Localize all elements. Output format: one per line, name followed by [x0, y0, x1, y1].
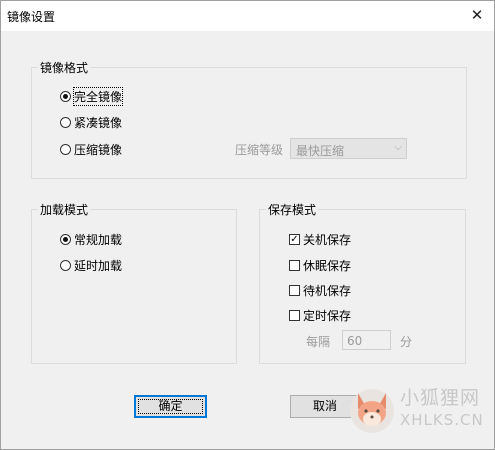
compression-level-select[interactable]: 最快压缩 ⌵ — [290, 138, 407, 159]
watermark-text-cn: 小狐狸网 — [400, 387, 481, 409]
fox-logo-icon — [350, 389, 394, 433]
radio-normal-load[interactable]: 常规加载 — [60, 231, 122, 248]
checkbox-label: 定时保存 — [303, 309, 352, 323]
checkbox-timed-save[interactable]: 定时保存 — [289, 307, 351, 324]
radio-label: 常规加载 — [74, 233, 123, 247]
ok-button[interactable]: 确定 — [134, 395, 207, 418]
radio-indicator — [60, 234, 71, 245]
title-bar: 镜像设置 ✕ — [1, 1, 494, 31]
checkbox-indicator — [289, 310, 300, 321]
checkbox-label: 休眠保存 — [303, 259, 352, 273]
watermark-text-en: XHLKS.CN — [400, 411, 484, 429]
checkbox-label: 关机保存 — [303, 233, 352, 247]
close-icon[interactable]: ✕ — [460, 1, 494, 31]
cancel-button-label: 取消 — [312, 399, 337, 413]
load-mode-legend: 加载模式 — [38, 201, 91, 218]
radio-label: 压缩镜像 — [74, 143, 123, 157]
radio-label: 紧凑镜像 — [74, 116, 123, 130]
radio-indicator — [60, 260, 71, 271]
window-title: 镜像设置 — [7, 10, 56, 24]
radio-indicator — [60, 144, 71, 155]
compression-level-label: 压缩等级 — [235, 143, 284, 157]
interval-unit-label: 分 — [400, 335, 413, 349]
watermark-logo: 小狐狸网 XHLKS.CN — [348, 379, 488, 439]
checkbox-indicator — [289, 260, 300, 271]
dialog-window: 镜像设置 ✕ 镜像格式 完全镜像 紧凑镜像 压缩镜像 压缩等级 最快压缩 ⌵ 加… — [0, 0, 495, 450]
ok-button-label: 确定 — [136, 397, 205, 416]
interval-minutes-input[interactable]: 60 — [342, 330, 391, 350]
save-mode-legend: 保存模式 — [266, 201, 319, 218]
interval-minutes-value: 60 — [347, 334, 363, 348]
radio-indicator — [60, 91, 71, 102]
radio-label: 完全镜像 — [72, 87, 124, 106]
compression-level-value: 最快压缩 — [296, 144, 345, 158]
checkbox-standby-save[interactable]: 待机保存 — [289, 282, 351, 299]
radio-compact-mirror[interactable]: 紧凑镜像 — [60, 114, 122, 131]
radio-full-mirror[interactable]: 完全镜像 — [60, 87, 124, 106]
chevron-down-icon: ⌵ — [394, 142, 402, 153]
radio-indicator — [60, 117, 71, 128]
radio-label: 延时加载 — [74, 259, 123, 273]
checkbox-indicator — [289, 285, 300, 296]
check-icon: ✓ — [289, 234, 300, 245]
checkbox-hibernate-save[interactable]: 休眠保存 — [289, 257, 351, 274]
checkbox-shutdown-save[interactable]: ✓ 关机保存 — [289, 231, 351, 248]
radio-delayed-load[interactable]: 延时加载 — [60, 257, 122, 274]
checkbox-label: 待机保存 — [303, 284, 352, 298]
interval-prefix-label: 每隔 — [306, 335, 331, 349]
mirror-format-legend: 镜像格式 — [38, 59, 91, 76]
radio-compressed-mirror[interactable]: 压缩镜像 — [60, 141, 122, 158]
